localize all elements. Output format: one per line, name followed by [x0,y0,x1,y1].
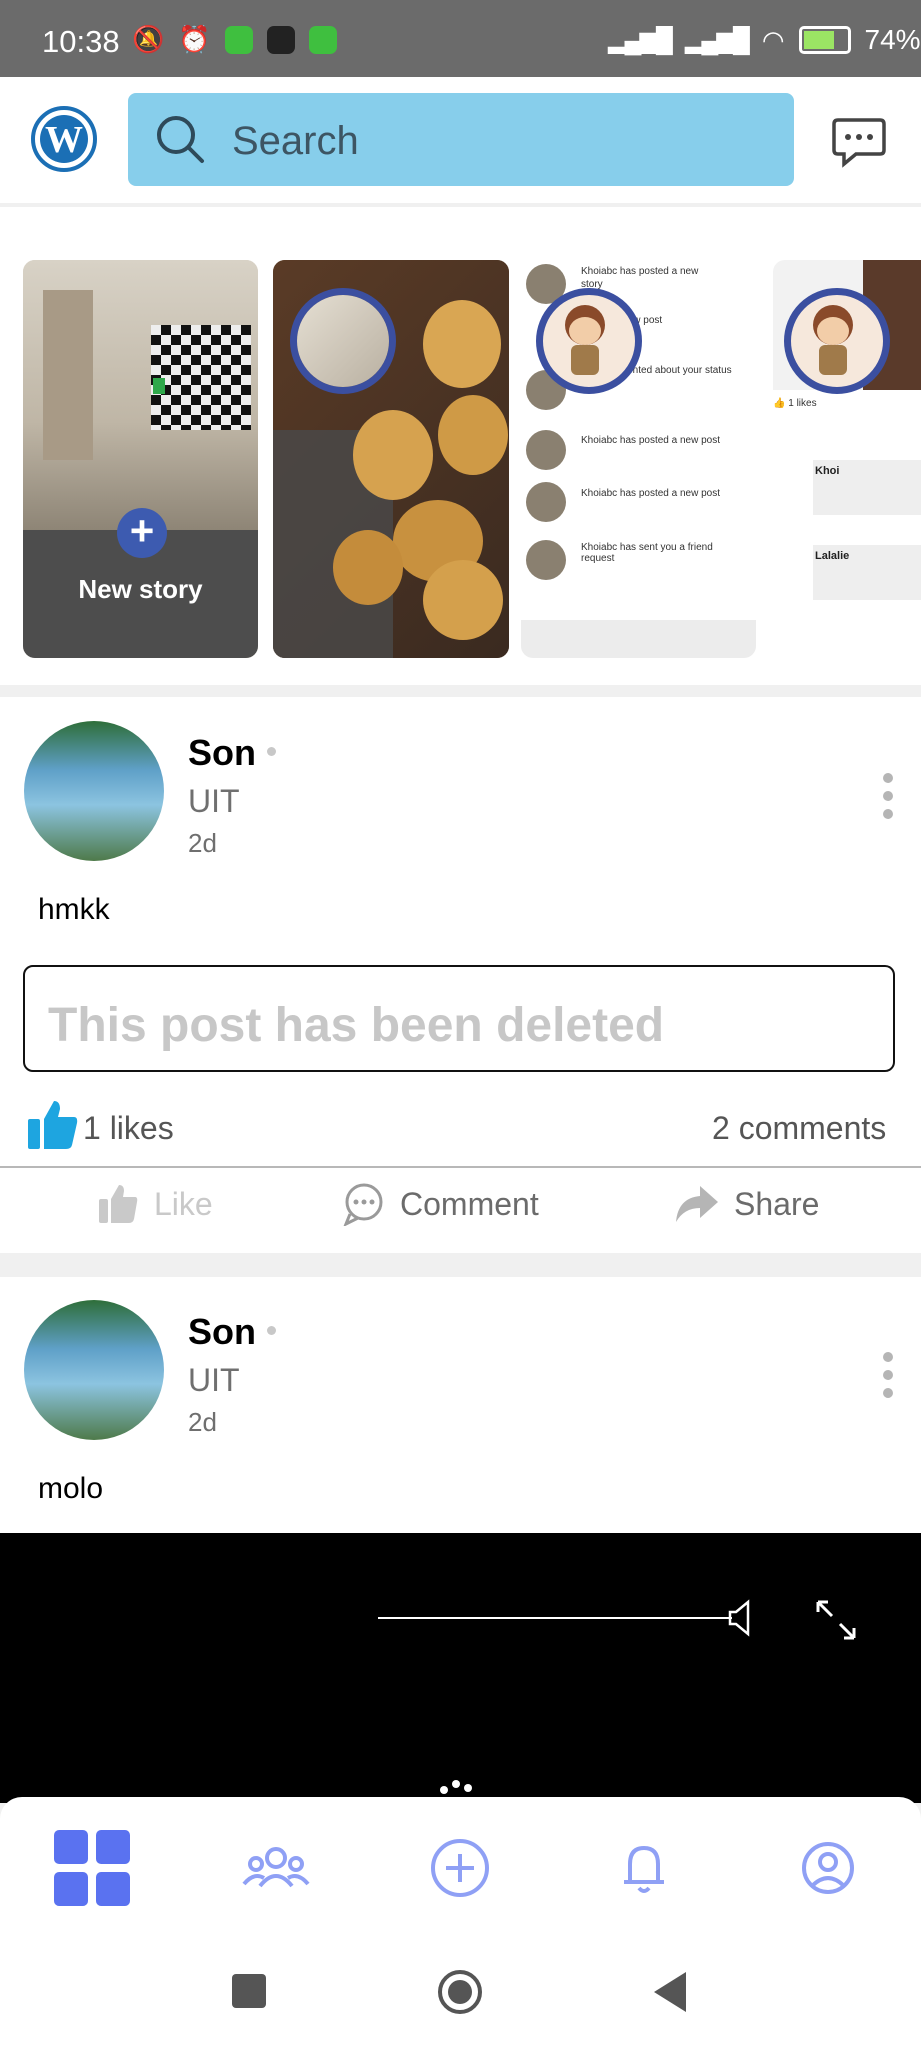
avatar[interactable] [24,721,164,861]
fullscreen-icon[interactable] [814,1598,858,1642]
comment-icon [343,1183,383,1226]
share-button[interactable]: Share [672,1182,819,1226]
share-label: Share [734,1185,820,1222]
wifi-icon: ◠ [761,24,785,55]
groups-icon[interactable] [236,1828,316,1908]
loading-indicator-icon [440,1780,472,1794]
comment-button[interactable]: Comment [342,1182,539,1226]
chat-messages-icon[interactable] [830,112,888,170]
like-button[interactable]: Like [96,1182,213,1226]
home-button[interactable] [436,1968,484,2016]
search-input[interactable]: Search [232,119,359,164]
like-label: Like [154,1185,213,1222]
thumbs-up-filled-icon [28,1101,78,1149]
app-notification-icon [224,25,253,54]
divider [0,1166,921,1168]
signal-icon: ▂▄▆█ [684,26,750,54]
search-bar[interactable] [128,93,794,186]
post-time: 2d [188,1407,217,1437]
recent-apps-button[interactable] [232,1974,266,2008]
thumbs-up-icon [99,1185,138,1223]
svg-text:W: W [45,119,83,161]
app-notification-icon [266,25,295,54]
app-notification-icon [308,25,337,54]
comments-count[interactable]: 2 comments [712,1110,886,1147]
story-avatar [290,288,396,394]
likes-count[interactable]: 1 likes [83,1110,174,1147]
post-time: 2d [188,828,217,858]
video-player[interactable] [0,1533,921,1803]
status-bar: 10:38 🔕 ⏰ ▂▄▆█ ▂▄▆█ ◠ 74% [0,0,921,77]
post-text: molo [38,1472,104,1505]
deleted-notice: This post has been deleted [48,999,665,1052]
story-avatar [536,288,642,394]
battery-level: 74% [864,24,921,55]
comment-label: Comment [400,1185,539,1222]
signal-icon: ▂▄▆█ [608,26,673,54]
notifications-bell-icon[interactable] [604,1828,684,1908]
home-grid-icon[interactable] [52,1828,132,1908]
volume-slider[interactable] [378,1617,732,1619]
post-author[interactable]: Son [188,1311,256,1353]
volume-icon[interactable] [726,1598,756,1638]
new-story-label: New story [78,574,203,604]
separator-dot [267,1326,276,1335]
avatar[interactable] [24,1300,164,1440]
share-icon [676,1186,718,1222]
separator-dot [267,747,276,756]
add-story-icon[interactable]: + [117,508,167,558]
post-group[interactable]: UIT [188,783,240,820]
more-options-icon[interactable] [883,1352,895,1406]
post-group[interactable]: UIT [188,1362,240,1399]
status-time: 10:38 [42,24,120,59]
add-post-icon[interactable] [420,1828,500,1908]
battery-icon [798,26,851,54]
more-options-icon[interactable] [883,773,895,827]
post-text: hmkk [38,893,110,926]
search-icon [157,116,204,163]
profile-icon[interactable] [788,1828,868,1908]
back-button[interactable] [650,1970,690,2014]
post-author[interactable]: Son [188,732,256,774]
wordpress-logo-icon[interactable]: W [31,106,97,172]
alarm-icon: ⏰ [178,24,211,54]
story-avatar [784,288,890,394]
mute-icon: 🔕 [132,24,165,54]
